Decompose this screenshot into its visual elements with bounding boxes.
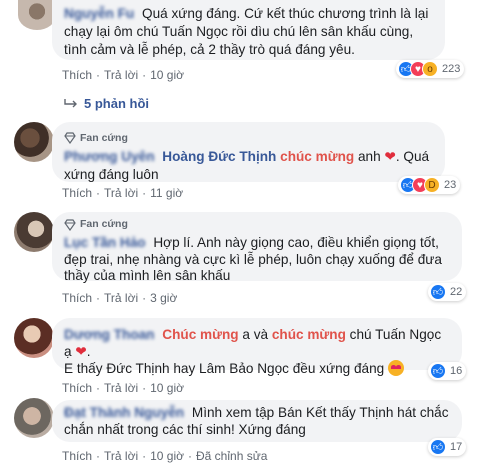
haha-icon: D — [424, 177, 440, 193]
reaction-summary[interactable]: 👍︎ 22 — [428, 283, 467, 301]
highlight-text: chúc mừng — [280, 149, 355, 164]
avatar[interactable] — [18, 0, 56, 30]
comment-bubble: Nguyễn Fu Quá xứng đáng. Cứ kết thúc chư… — [52, 0, 445, 60]
like-icon: 👍︎ — [430, 363, 446, 379]
reaction-summary[interactable]: 👍︎ 17 — [428, 438, 467, 456]
diamond-icon — [64, 218, 76, 231]
commenter-name[interactable]: Đạt Thành Nguyễn — [64, 405, 184, 420]
avatar[interactable] — [14, 122, 54, 162]
timestamp[interactable]: 11 giờ — [150, 186, 183, 200]
comment-actions: Thích · Trả lời · 10 giờ — [62, 68, 184, 82]
comment-actions: Thích · Trả lời · 3 giờ — [62, 291, 178, 305]
highlight-text: Chúc mừng — [162, 327, 239, 342]
reaction-count: 17 — [450, 441, 463, 453]
reaction-count: 16 — [450, 365, 463, 377]
commenter-name[interactable]: Nguyễn Fu — [64, 6, 134, 21]
avatar[interactable] — [14, 318, 54, 358]
comment-text-line2: E thấy Đức Thịnh hay Lâm Bảo Ngọc đều xứ… — [64, 361, 385, 376]
reply-arrow-icon — [64, 98, 77, 107]
reply-link[interactable]: Trả lời — [104, 291, 138, 305]
comment-text: anh — [357, 149, 381, 164]
view-replies-link[interactable]: 5 phản hồi — [64, 96, 149, 111]
comment-bubble: Fan cứng Phương Uyên Hoàng Đức Thịnh chú… — [52, 122, 445, 182]
like-link[interactable]: Thích — [62, 291, 92, 305]
reaction-count: 22 — [450, 286, 463, 298]
avatar[interactable] — [14, 212, 54, 252]
comment-bubble: Đạt Thành Nguyễn Mình xem tập Bán Kết th… — [52, 400, 462, 442]
comment-actions: Thích · Trả lời · 11 giờ — [62, 186, 184, 200]
heart-icon: ❤ — [75, 344, 87, 359]
timestamp[interactable]: 10 giờ — [150, 68, 184, 82]
like-icon: 👍︎ — [430, 439, 446, 455]
comment-bubble: Dương Thoan Chúc mừng a và chúc mừng chú… — [52, 318, 462, 376]
like-icon: 👍︎ — [430, 284, 446, 300]
timestamp[interactable]: 3 giờ — [150, 291, 177, 305]
heart-eyes-emoji-icon — [388, 360, 405, 376]
heart-icon: ❤ — [384, 149, 396, 164]
reply-link[interactable]: Trả lời — [104, 449, 138, 463]
edited-label[interactable]: Đã chỉnh sửa — [196, 449, 267, 463]
like-link[interactable]: Thích — [62, 381, 92, 395]
comment-actions: Thích · Trả lời · 10 giờ — [62, 381, 184, 395]
reply-link[interactable]: Trả lời — [104, 186, 138, 200]
reply-link[interactable]: Trả lời — [104, 68, 138, 82]
comment-actions: Thích · Trả lời · 10 giờ · Đã chỉnh sửa — [62, 449, 268, 463]
mention-link[interactable]: Hoàng Đức Thịnh — [162, 149, 276, 164]
fan-badge: Fan cứng — [64, 217, 450, 232]
avatar[interactable] — [14, 398, 54, 438]
badge-label: Fan cứng — [80, 218, 128, 231]
timestamp[interactable]: 10 giờ — [150, 449, 184, 463]
commenter-name[interactable]: Phương Uyên — [64, 149, 155, 164]
reaction-summary[interactable]: 👍︎ ♥ o 223 — [396, 60, 465, 78]
like-link[interactable]: Thích — [62, 186, 92, 200]
reaction-count: 223 — [442, 63, 461, 75]
diamond-icon — [64, 131, 76, 144]
highlight-text-2: chúc mừng — [271, 327, 346, 342]
commenter-name[interactable]: Lục Tần Hảo — [64, 235, 146, 250]
like-link[interactable]: Thích — [62, 449, 92, 463]
reaction-summary[interactable]: 👍︎ 16 — [428, 362, 467, 380]
replies-count-label: 5 phản hồi — [84, 96, 149, 111]
commenter-name[interactable]: Dương Thoan — [64, 327, 154, 342]
reaction-count: 23 — [444, 179, 457, 191]
reaction-summary[interactable]: 👍︎ ♥ D 23 — [398, 176, 461, 194]
like-link[interactable]: Thích — [62, 68, 92, 82]
fan-badge: Fan cứng — [64, 130, 433, 145]
comment-bubble: Fan cứng Lục Tần Hảo Hợp lí. Anh này giọ… — [52, 212, 462, 283]
badge-label: Fan cứng — [80, 131, 128, 144]
timestamp[interactable]: 10 giờ — [150, 381, 184, 395]
comment-text: a và — [242, 327, 269, 342]
wow-icon: o — [422, 61, 438, 77]
reply-link[interactable]: Trả lời — [104, 381, 138, 395]
